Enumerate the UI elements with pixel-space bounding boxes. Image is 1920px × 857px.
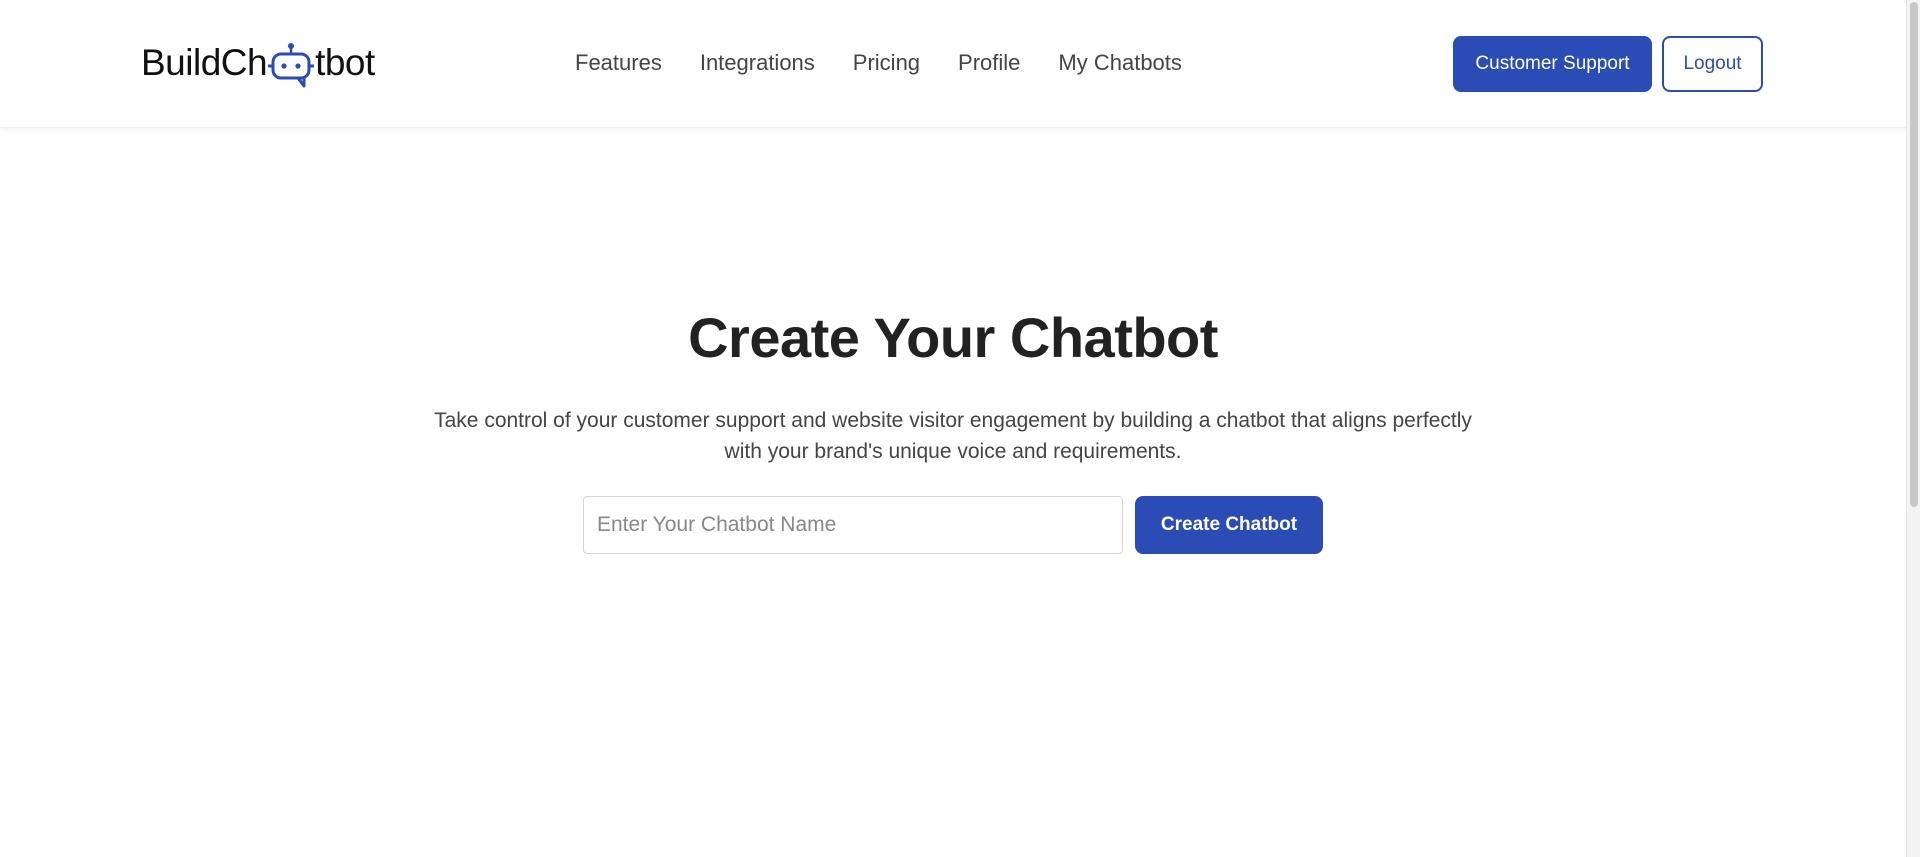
create-chatbot-form: Create Chatbot <box>583 496 1323 554</box>
scrollbar-thumb[interactable] <box>1910 2 1918 507</box>
nav-item-my-chatbots[interactable]: My Chatbots <box>1058 50 1182 76</box>
customer-support-button[interactable]: Customer Support <box>1453 36 1652 92</box>
page-title: Create Your Chatbot <box>688 306 1218 369</box>
vertical-scrollbar[interactable] <box>1906 0 1920 857</box>
nav-item-integrations[interactable]: Integrations <box>700 50 815 76</box>
main-nav: Features Integrations Pricing Profile My… <box>575 50 1182 76</box>
hero-description: Take control of your customer support an… <box>434 409 1472 463</box>
logout-button[interactable]: Logout <box>1662 36 1763 92</box>
logo-text-prefix: BuildCh <box>141 42 268 83</box>
page: BuildCh tbot Features Integrations Prici… <box>0 0 1920 857</box>
nav-item-pricing[interactable]: Pricing <box>853 50 920 76</box>
site-header: BuildCh tbot Features Integrations Prici… <box>0 0 1906 128</box>
chat-bot-icon <box>268 42 315 90</box>
nav-item-features[interactable]: Features <box>575 50 662 76</box>
nav-item-profile[interactable]: Profile <box>958 50 1020 76</box>
chatbot-name-input[interactable] <box>583 496 1123 554</box>
logo-text-suffix: tbot <box>315 42 375 83</box>
create-chatbot-button[interactable]: Create Chatbot <box>1135 496 1323 554</box>
brand-logo[interactable]: BuildCh tbot <box>141 38 375 88</box>
